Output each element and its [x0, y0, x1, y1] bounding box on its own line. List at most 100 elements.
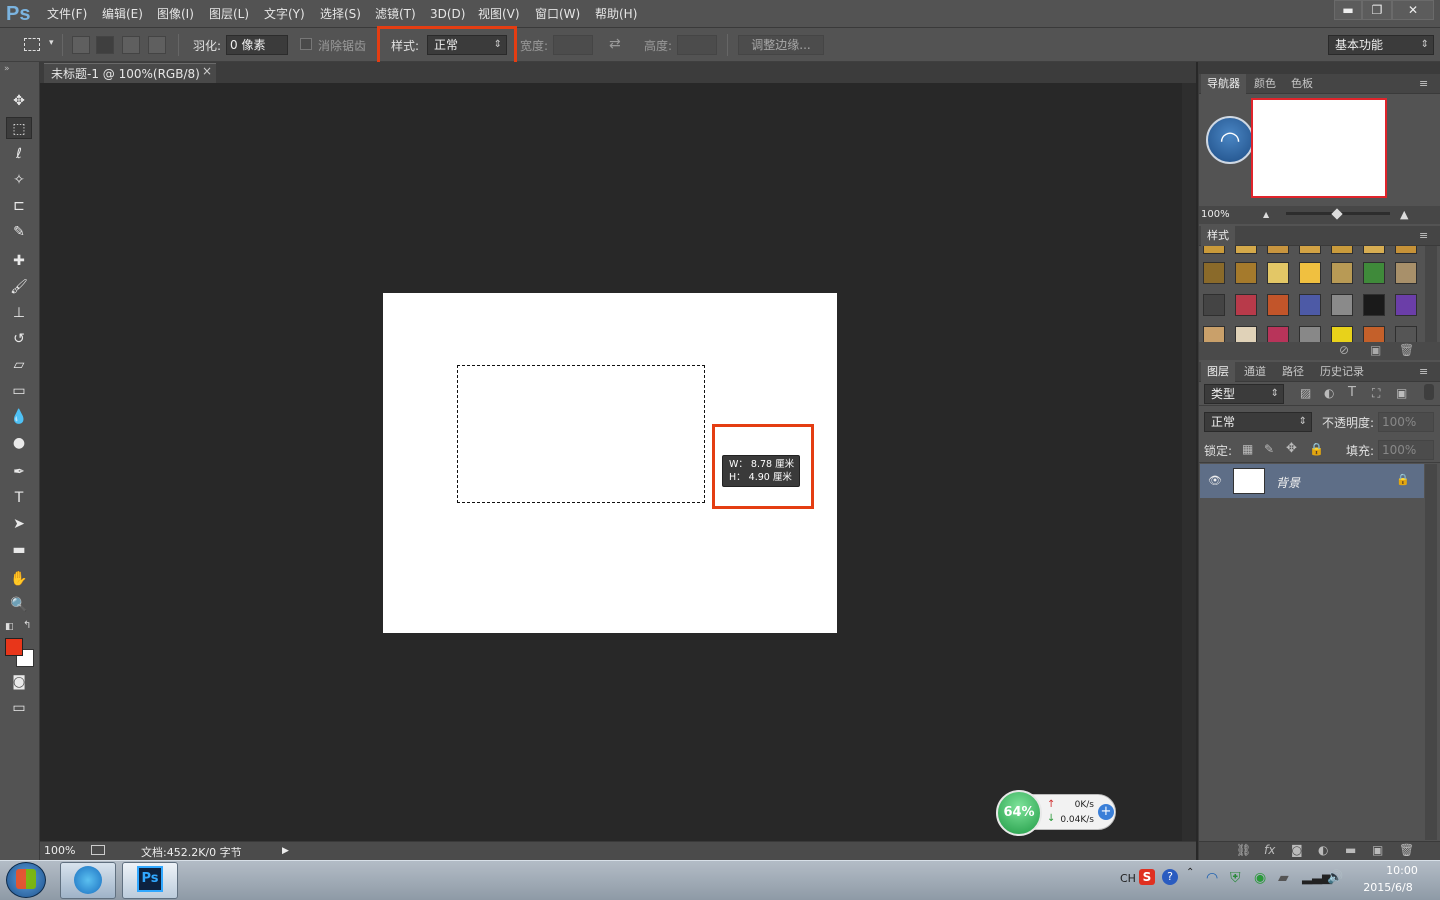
filter-pixel-icon[interactable]: ▨	[1300, 386, 1311, 400]
menu-view[interactable]: 视图(V)	[478, 0, 520, 28]
default-colors-icon[interactable]: ◧	[5, 622, 14, 632]
layer-name[interactable]: 背景	[1276, 474, 1300, 491]
swap-icon[interactable]: ⇄	[609, 36, 621, 52]
add-selection-icon[interactable]	[96, 36, 114, 54]
style-swatch[interactable]	[1331, 326, 1353, 342]
hand-tool-icon[interactable]: ✋	[6, 568, 32, 590]
clock-date[interactable]: 2015/6/8	[1356, 881, 1420, 894]
filter-type-icon[interactable]: T	[1348, 385, 1356, 400]
style-swatch[interactable]	[1299, 262, 1321, 284]
layer-filter-select[interactable]: 类型	[1204, 384, 1284, 404]
dodge-tool-icon[interactable]: ●	[6, 432, 32, 454]
style-swatch[interactable]	[1363, 294, 1385, 316]
wifi-tray-icon[interactable]: ◠	[1206, 870, 1218, 886]
navigator-preview[interactable]	[1251, 98, 1387, 198]
style-swatch[interactable]	[1235, 262, 1257, 284]
style-swatch[interactable]	[1299, 294, 1321, 316]
fill-input[interactable]: 100%	[1378, 440, 1434, 460]
tab-paths[interactable]: 路径	[1282, 362, 1304, 382]
fx-icon[interactable]: fx	[1264, 843, 1275, 857]
menu-image[interactable]: 图像(I)	[157, 0, 194, 28]
eyedropper-tool-icon[interactable]: ✎	[6, 221, 32, 243]
tray-expand-icon[interactable]: ⌃	[1186, 867, 1194, 878]
refine-edge-button[interactable]: 调整边缘...	[738, 35, 824, 55]
tab-styles[interactable]: 样式	[1201, 226, 1235, 246]
lasso-tool-icon[interactable]: ℓ	[6, 143, 32, 165]
style-swatch[interactable]	[1235, 246, 1257, 254]
style-swatch[interactable]	[1363, 262, 1385, 284]
lock-position-icon[interactable]: ✥	[1286, 441, 1297, 456]
new-layer-icon[interactable]: ▣	[1372, 843, 1383, 857]
vertical-scrollbar[interactable]	[1182, 83, 1196, 841]
gradient-tool-icon[interactable]: ▭	[6, 380, 32, 402]
menu-help[interactable]: 帮助(H)	[595, 0, 637, 28]
filter-smart-object-icon[interactable]: ▣	[1396, 386, 1407, 400]
menu-window[interactable]: 窗口(W)	[535, 0, 580, 28]
close-tab-icon[interactable]: ×	[202, 64, 212, 78]
adjustment-layer-icon[interactable]: ◐	[1318, 843, 1328, 857]
chevron-down-icon[interactable]: ▾	[49, 38, 54, 48]
style-swatch[interactable]	[1235, 326, 1257, 342]
style-swatch[interactable]	[1267, 326, 1289, 342]
width-input[interactable]	[553, 35, 593, 55]
healing-brush-tool-icon[interactable]: ✚	[6, 250, 32, 272]
add-mask-icon[interactable]: ◙	[1291, 843, 1303, 857]
blur-tool-icon[interactable]: 💧	[6, 406, 32, 428]
panel-menu-icon[interactable]: ≡	[1419, 362, 1428, 382]
tab-color[interactable]: 颜色	[1254, 74, 1276, 94]
help-icon[interactable]: ?	[1162, 869, 1178, 885]
menu-select[interactable]: 选择(S)	[320, 0, 361, 28]
style-swatch[interactable]	[1395, 262, 1417, 284]
panel-menu-icon[interactable]: ≡	[1419, 74, 1428, 94]
style-swatch[interactable]	[1363, 246, 1385, 254]
style-swatch[interactable]	[1331, 262, 1353, 284]
lock-all-icon[interactable]: 🔒	[1309, 442, 1324, 456]
zoom-in-icon[interactable]: ▲	[1400, 208, 1408, 221]
new-selection-icon[interactable]	[72, 36, 90, 54]
marquee-tool-icon[interactable]: ⬚	[6, 117, 32, 139]
style-swatch[interactable]	[1203, 294, 1225, 316]
sogou-ime-icon[interactable]: S	[1139, 869, 1155, 885]
delete-style-icon[interactable]: 🗑	[1399, 343, 1414, 357]
brush-tool-icon[interactable]: 🖌	[6, 276, 32, 298]
move-tool-icon[interactable]: ✥	[6, 90, 32, 112]
intersect-selection-icon[interactable]	[148, 36, 166, 54]
opacity-input[interactable]: 100%	[1378, 412, 1434, 432]
type-tool-icon[interactable]: T	[6, 487, 32, 509]
antialias-checkbox[interactable]	[300, 38, 312, 50]
clock-time[interactable]: 10:00	[1372, 864, 1432, 877]
clear-style-icon[interactable]: ⊘	[1339, 343, 1349, 357]
rect-marquee-preset-icon[interactable]	[24, 38, 40, 51]
swap-colors-icon[interactable]: ↰	[23, 620, 31, 631]
eraser-tool-icon[interactable]: ▱	[6, 354, 32, 376]
menu-filter[interactable]: 滤镜(T)	[375, 0, 416, 28]
volume-icon[interactable]: 🔊	[1327, 870, 1343, 885]
styles-scrollbar[interactable]	[1425, 246, 1437, 342]
menu-edit[interactable]: 编辑(E)	[102, 0, 143, 28]
lock-paint-icon[interactable]: ✎	[1264, 442, 1274, 456]
shape-tool-icon[interactable]: ▬	[6, 539, 32, 561]
crop-tool-icon[interactable]: ⊏	[6, 195, 32, 217]
wifi-icon[interactable]: ◠	[1206, 116, 1254, 164]
foreground-color-swatch[interactable]	[5, 638, 23, 656]
document-tab[interactable]: 未标题-1 @ 100%(RGB/8)	[44, 63, 216, 83]
filter-toggle[interactable]	[1424, 384, 1434, 400]
minimize-button[interactable]: ▬	[1334, 0, 1362, 20]
add-icon[interactable]: +	[1098, 804, 1114, 820]
quick-mask-icon[interactable]: ◙	[6, 671, 32, 693]
pen-tool-icon[interactable]: ✒	[6, 461, 32, 483]
height-input[interactable]	[677, 35, 717, 55]
style-swatch[interactable]	[1395, 326, 1417, 342]
style-swatch[interactable]	[1235, 294, 1257, 316]
menu-file[interactable]: 文件(F)	[47, 0, 87, 28]
magic-wand-tool-icon[interactable]: ✧	[6, 169, 32, 191]
filter-adjustment-icon[interactable]: ◐	[1324, 386, 1334, 400]
lock-transparent-icon[interactable]: ▦	[1242, 442, 1253, 456]
style-swatch[interactable]	[1203, 326, 1225, 342]
close-button[interactable]: ✕	[1392, 0, 1434, 20]
link-layers-icon[interactable]: ⛓	[1236, 843, 1251, 857]
navigator-zoom[interactable]: 100%	[1199, 209, 1230, 220]
menu-type[interactable]: 文字(Y)	[264, 0, 305, 28]
panel-menu-icon[interactable]: ≡	[1419, 226, 1428, 246]
style-swatch[interactable]	[1363, 326, 1385, 342]
